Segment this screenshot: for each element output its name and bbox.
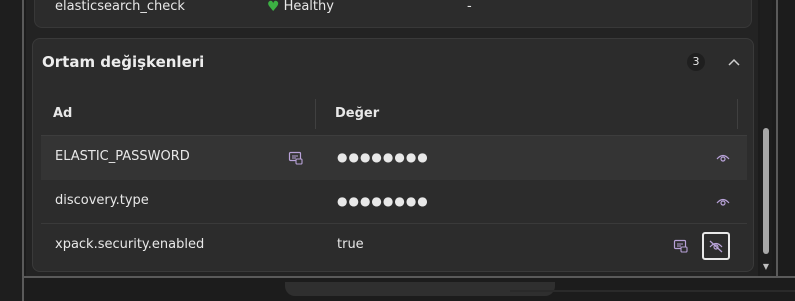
copy-icon: [288, 151, 303, 165]
table-row[interactable]: ELASTIC_PASSWORD ●●●●●●●●: [41, 136, 747, 180]
copy-button[interactable]: [286, 148, 306, 168]
show-value-button[interactable]: [713, 192, 733, 212]
show-value-button[interactable]: [713, 148, 733, 168]
env-value: true: [337, 237, 364, 252]
section-title: Ortam değişkenleri: [42, 53, 205, 71]
table-header: Ad Değer: [41, 91, 747, 136]
env-value: ●●●●●●●●: [337, 194, 429, 208]
resource-details-panel: elasticsearch_check ♥ Healthy - Ortam de…: [26, 0, 758, 276]
copy-button[interactable]: [671, 236, 691, 256]
column-resize-handle[interactable]: [737, 99, 738, 129]
hide-value-button[interactable]: [702, 232, 730, 260]
env-table: Ad Değer ELASTIC_PASSWORD ●●●●●●●● disco…: [41, 91, 747, 267]
bottom-divider: [510, 290, 795, 292]
column-header-name[interactable]: Ad: [53, 106, 72, 121]
scrollbar-thumb[interactable]: [763, 128, 769, 254]
chevron-up-icon: [728, 58, 740, 66]
scroll-down-arrow-icon[interactable]: ▼: [761, 262, 771, 272]
health-status-label: Healthy: [283, 0, 334, 14]
copy-icon: [673, 239, 688, 253]
column-resize-handle[interactable]: [315, 99, 316, 129]
env-name: xpack.security.enabled: [55, 237, 205, 252]
table-row[interactable]: xpack.security.enabled true: [41, 224, 747, 268]
env-name: discovery.type: [55, 193, 149, 208]
heart-icon: ♥: [267, 0, 280, 15]
health-check-value: -: [467, 0, 472, 14]
health-check-name: elasticsearch_check: [55, 0, 185, 14]
count-badge: 3: [687, 53, 705, 71]
env-value: ●●●●●●●●: [337, 150, 429, 164]
health-check-status: ♥ Healthy: [267, 0, 334, 14]
bottom-panel-tab[interactable]: [285, 282, 555, 296]
eye-off-icon: [709, 240, 723, 253]
eye-icon: [716, 154, 730, 162]
env-name: ELASTIC_PASSWORD: [55, 149, 190, 164]
vertical-scrollbar[interactable]: ▼: [760, 0, 772, 276]
environment-variables-card: Ortam değişkenleri 3 Ad Değer ELASTIC_PA…: [32, 38, 754, 272]
table-row[interactable]: discovery.type ●●●●●●●●: [41, 180, 747, 224]
health-checks-card: elasticsearch_check ♥ Healthy -: [34, 0, 752, 28]
eye-icon: [716, 198, 730, 206]
collapse-button[interactable]: [723, 51, 745, 73]
column-header-value[interactable]: Değer: [335, 106, 379, 121]
left-panel-edge: [0, 0, 24, 301]
right-panel-edge: [776, 0, 795, 301]
